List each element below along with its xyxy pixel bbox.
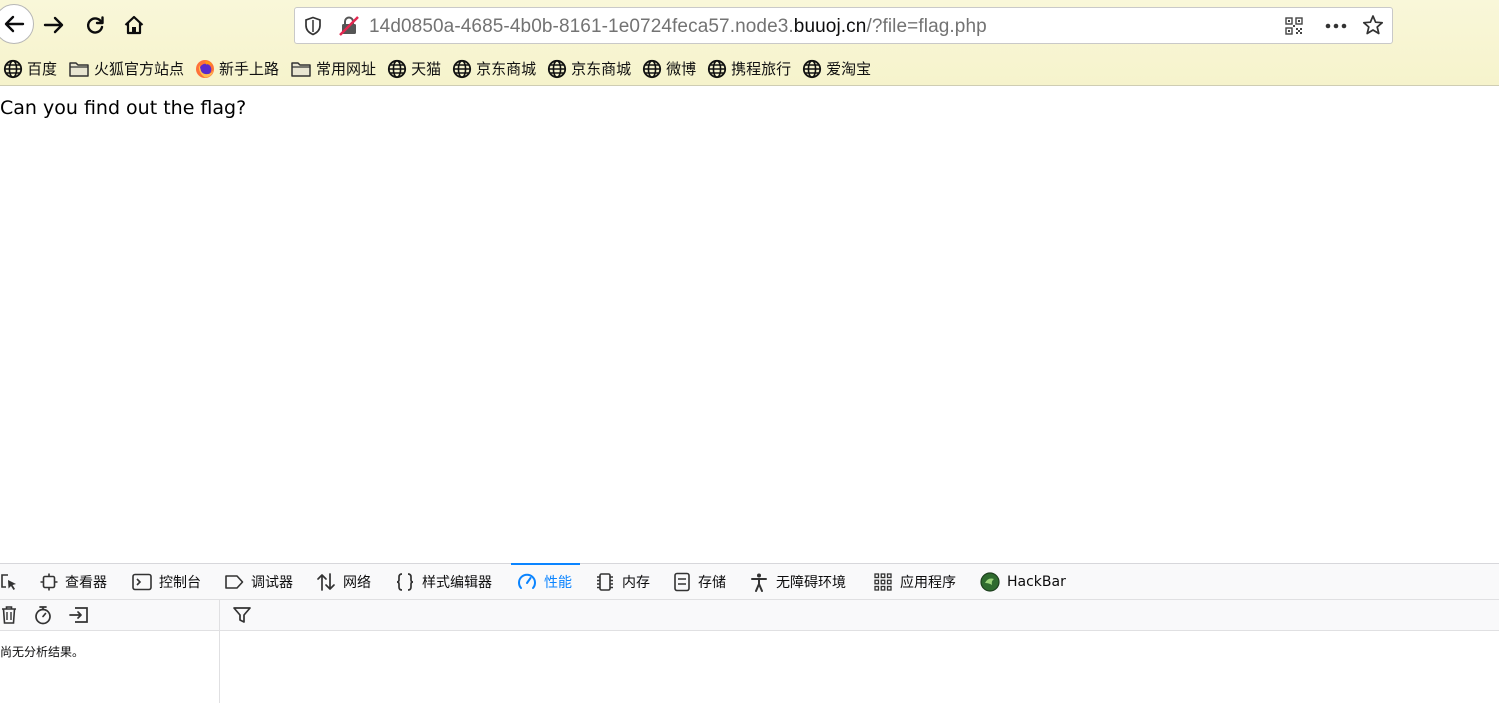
devtools-tab-label: 网络 — [343, 575, 371, 591]
trash-icon[interactable] — [0, 605, 18, 625]
url-domain: buuoj.cn — [793, 16, 867, 37]
home-button[interactable] — [117, 6, 151, 44]
devtools-tab[interactable]: 存储 — [673, 564, 726, 600]
bookmark-label: 微博 — [666, 60, 697, 78]
bookmark-label: 天猫 — [411, 60, 442, 78]
performance-icon — [517, 572, 544, 592]
bookmark-star-icon[interactable] — [1362, 14, 1384, 36]
reload-button[interactable] — [78, 6, 112, 44]
devtools-tab[interactable]: 网络 — [316, 564, 371, 600]
globe-icon — [707, 59, 731, 79]
devtools-tab-label: 调试器 — [251, 575, 293, 591]
devtools-tab-label: 应用程序 — [900, 575, 956, 591]
bookmark-label: 新手上路 — [219, 60, 280, 78]
console-icon — [132, 573, 159, 591]
devtools-tab-label: 内存 — [622, 575, 650, 591]
globe-icon — [3, 59, 27, 79]
bookmark-item[interactable]: 天猫 — [384, 56, 441, 82]
globe-icon — [452, 59, 476, 79]
application-icon — [873, 572, 900, 592]
bookmark-item[interactable]: 火狐官方站点 — [65, 56, 184, 82]
insecure-connection-icon[interactable] — [338, 15, 360, 37]
stopwatch-icon[interactable] — [33, 605, 53, 625]
network-icon — [316, 572, 343, 592]
url-text[interactable]: 14d0850a-4685-4b0b-8161-1e0724feca57.nod… — [369, 16, 987, 38]
forward-button[interactable] — [37, 6, 71, 44]
devtools-tab-bar: 查看器 控制台 调试器 网络 样式编辑器 性能 内存 存储 无障碍环境 应用程序 HackBar — [0, 563, 1499, 600]
devtools-tab[interactable]: 查看器 — [40, 564, 107, 600]
firefox-icon — [195, 59, 219, 79]
style-editor-icon — [395, 572, 422, 592]
devtools-tab-label: 存储 — [698, 575, 726, 591]
accessibility-icon — [749, 572, 776, 592]
inspector-icon — [40, 573, 65, 591]
page-content: Can you find out the flag? — [0, 87, 1499, 563]
bookmark-label: 火狐官方站点 — [94, 60, 185, 78]
bookmark-item[interactable]: 常用网址 — [287, 56, 376, 82]
devtools-tab-label: 无障碍环境 — [776, 575, 846, 591]
devtools-tab[interactable]: 调试器 — [224, 564, 293, 600]
bookmark-label: 京东商城 — [571, 60, 632, 78]
devtools-tab[interactable]: 样式编辑器 — [395, 564, 492, 600]
bookmark-item[interactable]: 微博 — [639, 56, 696, 82]
bookmark-item[interactable]: 新手上路 — [192, 56, 279, 82]
globe-icon — [547, 59, 571, 79]
bookmark-item[interactable]: 京东商城 — [544, 56, 631, 82]
devtools-tab[interactable]: 无障碍环境 — [749, 564, 846, 600]
arrow-left-icon — [4, 15, 25, 33]
no-results-message: 尚无分析结果。 — [0, 645, 85, 659]
bookmark-label: 携程旅行 — [731, 60, 792, 78]
filter-icon[interactable] — [232, 605, 252, 625]
bookmark-label: 京东商城 — [476, 60, 537, 78]
devtools-tab-label: 样式编辑器 — [422, 575, 492, 591]
devtools-tab-label: 性能 — [544, 575, 572, 591]
url-suffix: /?file=flag.php — [866, 16, 987, 37]
devtools-panel: 查看器 控制台 调试器 网络 样式编辑器 性能 内存 存储 无障碍环境 应用程序 HackBar 尚… — [0, 563, 1499, 703]
element-picker-button[interactable] — [0, 564, 25, 600]
performance-toolbar — [0, 600, 1499, 631]
debugger-icon — [224, 573, 251, 591]
qr-code-icon[interactable] — [1285, 17, 1303, 35]
reload-icon — [87, 16, 104, 34]
globe-icon — [387, 59, 411, 79]
globe-icon — [642, 59, 666, 79]
import-icon[interactable] — [68, 605, 90, 625]
hackbar-icon — [980, 572, 1007, 592]
devtools-tab[interactable]: 性能 — [511, 563, 580, 600]
bookmark-label: 爱淘宝 — [826, 60, 872, 78]
devtools-tab-label: HackBar — [1007, 574, 1066, 590]
bookmark-item[interactable]: 百度 — [0, 56, 57, 82]
element-picker-icon — [1, 574, 16, 590]
sidebar-divider — [219, 600, 220, 703]
page-actions-more-icon[interactable] — [1325, 16, 1347, 36]
bookmark-item[interactable]: 京东商城 — [449, 56, 536, 82]
storage-icon — [673, 572, 698, 592]
browser-toolbar: 14d0850a-4685-4b0b-8161-1e0724feca57.nod… — [0, 0, 1499, 86]
folder-icon — [68, 59, 94, 79]
memory-icon — [595, 572, 622, 592]
bookmarks-toolbar: 百度 火狐官方站点 新手上路 常用网址 天猫 京东商城 京东商城 微博 携程旅行 爱淘宝 — [0, 55, 1499, 82]
url-prefix: 14d0850a-4685-4b0b-8161-1e0724feca57.nod… — [369, 16, 794, 37]
home-icon — [124, 15, 144, 35]
bookmark-item[interactable]: 爱淘宝 — [799, 56, 871, 82]
folder-icon — [290, 59, 316, 79]
devtools-tab[interactable]: 控制台 — [132, 564, 201, 600]
tracking-shield-icon[interactable] — [304, 16, 322, 36]
devtools-tab-label: 查看器 — [65, 575, 107, 591]
address-bar[interactable]: 14d0850a-4685-4b0b-8161-1e0724feca57.nod… — [294, 7, 1393, 44]
bookmark-label: 常用网址 — [316, 60, 377, 78]
devtools-tab[interactable]: 内存 — [595, 564, 650, 600]
bookmark-label: 百度 — [27, 60, 58, 78]
page-message: Can you find out the flag? — [0, 97, 247, 119]
devtools-tab[interactable]: 应用程序 — [873, 564, 956, 600]
devtools-tab[interactable]: HackBar — [980, 564, 1066, 600]
devtools-tab-label: 控制台 — [159, 575, 201, 591]
arrow-right-icon — [43, 16, 64, 34]
globe-icon — [802, 59, 826, 79]
bookmark-item[interactable]: 携程旅行 — [704, 56, 791, 82]
back-button[interactable] — [0, 4, 34, 44]
